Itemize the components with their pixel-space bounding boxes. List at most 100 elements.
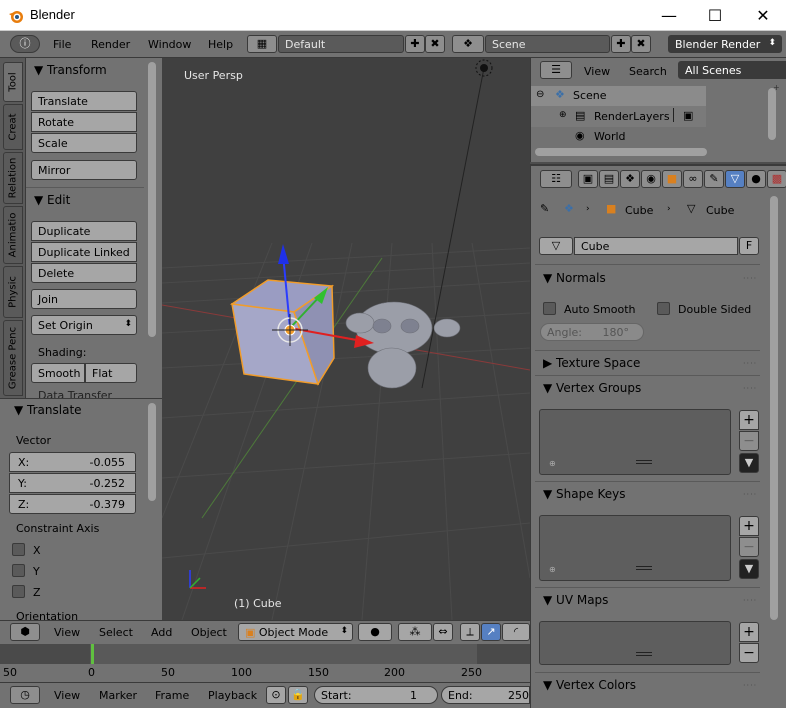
outliner-h-scrollbar[interactable]	[535, 148, 707, 156]
edit-panel-header[interactable]: ▼ Edit	[34, 193, 70, 207]
translate-panel-header[interactable]: ▼ Translate	[14, 403, 82, 417]
delete-button[interactable]: Delete	[31, 263, 137, 283]
render-layers-tab[interactable]: ▤	[599, 170, 619, 188]
drag-handle-icon[interactable]: ····	[743, 274, 757, 283]
tab-tool[interactable]: Tool	[3, 62, 23, 102]
remove-shape-key-button[interactable]: −	[739, 537, 759, 557]
outliner-row-renderlayers[interactable]: ⊕ ▤ RenderLayers ▣	[531, 106, 706, 127]
vertex-groups-list[interactable]: ⊕	[539, 409, 731, 475]
constraint-y-checkbox[interactable]	[12, 564, 25, 577]
mode-select[interactable]: ▣ Object Mode ⬍	[238, 623, 353, 641]
display-mode-select[interactable]: All Scenes	[678, 61, 786, 79]
3d-viewport[interactable]: User Persp (1) Cube	[162, 58, 530, 620]
add-vertex-group-button[interactable]: +	[739, 410, 759, 430]
render-tab[interactable]: ▣	[578, 170, 598, 188]
lock-button[interactable]: 🔒	[288, 686, 308, 704]
viewport-shading-button[interactable]: ●	[358, 623, 392, 641]
menu-playback[interactable]: Playback	[208, 689, 257, 702]
end-frame-field[interactable]: End: 250	[441, 686, 530, 704]
tab-physics[interactable]: Physic	[3, 266, 23, 318]
render-engine-select[interactable]: Blender Render ⬍	[668, 35, 782, 53]
auto-smooth-checkbox[interactable]	[543, 302, 556, 315]
menu-add[interactable]: Add	[151, 626, 172, 639]
close-button[interactable]: ✕	[740, 0, 786, 31]
vector-y-field[interactable]: Y: -0.252	[9, 473, 136, 493]
shade-smooth-button[interactable]: Smooth	[31, 363, 85, 383]
menu-object[interactable]: Object	[191, 626, 227, 639]
modifiers-tab[interactable]: ✎	[704, 170, 724, 188]
outliner-row-scene[interactable]: ⊖ ❖ Scene	[531, 86, 706, 106]
vector-x-field[interactable]: X: -0.055	[9, 452, 136, 472]
pin-icon[interactable]: ✎	[540, 202, 549, 215]
redo-panel-scrollbar[interactable]	[148, 403, 156, 501]
translate-manipulator-button[interactable]: ⟂	[460, 623, 480, 641]
editor-type-button[interactable]: ◷	[10, 686, 40, 704]
layout-selector-button[interactable]: ▦	[247, 35, 277, 53]
shape-key-specials-button[interactable]: ▼	[739, 559, 759, 579]
mesh-browse-button[interactable]: ▽	[539, 237, 573, 255]
uv-maps-list[interactable]	[539, 621, 731, 665]
duplicate-linked-button[interactable]: Duplicate Linked	[31, 242, 137, 262]
layout-name-field[interactable]: Default	[278, 35, 404, 53]
collapse-icon[interactable]: ⊖	[536, 89, 544, 100]
shade-flat-button[interactable]: Flat	[85, 363, 137, 383]
join-button[interactable]: Join	[31, 289, 137, 309]
scene-name-field[interactable]: Scene	[485, 35, 610, 53]
remove-layout-button[interactable]: ✖	[425, 35, 445, 53]
drag-handle-icon[interactable]: ····	[743, 681, 757, 690]
vertex-colors-panel-header[interactable]: ▼ Vertex Colors	[543, 678, 636, 692]
filter-plus-icon[interactable]: ⊕	[549, 459, 556, 468]
menu-select[interactable]: Select	[99, 626, 133, 639]
menu-window[interactable]: Window	[148, 38, 191, 51]
constraint-x-checkbox[interactable]	[12, 543, 25, 556]
auto-smooth-angle-field[interactable]: Angle: 180°	[540, 323, 644, 341]
object-tab[interactable]: ■	[662, 170, 682, 188]
transform-panel-header[interactable]: ▼ Transform	[34, 63, 107, 77]
resize-grip-icon[interactable]	[636, 566, 652, 570]
fake-user-button[interactable]: F	[739, 237, 759, 255]
resize-grip-icon[interactable]	[636, 652, 652, 656]
mesh-name-field[interactable]: Cube	[574, 237, 738, 255]
menu-help[interactable]: Help	[208, 38, 233, 51]
translate-button[interactable]: Translate	[31, 91, 137, 111]
outliner-scrollbar[interactable]	[768, 88, 776, 140]
vertex-group-specials-button[interactable]: ▼	[739, 453, 759, 473]
remove-vertex-group-button[interactable]: −	[739, 431, 759, 451]
menu-view[interactable]: View	[54, 626, 80, 639]
pivot-point-button[interactable]: ⁂	[398, 623, 432, 641]
shape-keys-list[interactable]: ⊕	[539, 515, 731, 581]
drag-handle-icon[interactable]: ····	[743, 384, 757, 393]
shape-keys-panel-header[interactable]: ▼ Shape Keys	[543, 487, 625, 501]
menu-view[interactable]: View	[54, 689, 80, 702]
texture-space-panel-header[interactable]: ▶ Texture Space	[543, 356, 640, 370]
scale-button[interactable]: Scale	[31, 133, 137, 153]
add-uv-map-button[interactable]: +	[739, 622, 759, 642]
menu-render[interactable]: Render	[91, 38, 130, 51]
vector-z-field[interactable]: Z: -0.379	[9, 494, 136, 514]
data-tab[interactable]: ▽	[725, 170, 745, 188]
normals-panel-header[interactable]: ▼ Normals	[543, 271, 606, 285]
scene-tab[interactable]: ❖	[620, 170, 640, 188]
drag-handle-icon[interactable]: ····	[743, 359, 757, 368]
menu-file[interactable]: File	[53, 38, 71, 51]
timeline-area[interactable]: 50 0 50 100 150 200 250	[0, 644, 530, 682]
move-manipulator-button[interactable]: ↗	[481, 623, 501, 641]
constraint-z-checkbox[interactable]	[12, 585, 25, 598]
add-shape-key-button[interactable]: +	[739, 516, 759, 536]
add-layout-button[interactable]: ✚	[405, 35, 425, 53]
menu-frame[interactable]: Frame	[155, 689, 189, 702]
remove-uv-map-button[interactable]: −	[739, 643, 759, 663]
manipulator-toggle-button[interactable]: ⇔	[433, 623, 453, 641]
editor-type-button[interactable]: ☰	[540, 61, 572, 79]
editor-type-button[interactable]: ⓘ	[10, 35, 40, 53]
vertex-groups-panel-header[interactable]: ▼ Vertex Groups	[543, 381, 641, 395]
scene-selector-button[interactable]: ❖	[452, 35, 484, 53]
rotate-manipulator-button[interactable]: ◜	[502, 623, 530, 641]
outliner-row-world[interactable]: ◉ World	[531, 127, 706, 147]
add-scene-button[interactable]: ✚	[611, 35, 631, 53]
maximize-button[interactable]: ☐	[692, 0, 738, 31]
resize-grip-icon[interactable]	[636, 460, 652, 464]
remove-scene-button[interactable]: ✖	[631, 35, 651, 53]
start-frame-field[interactable]: Start: 1	[314, 686, 438, 704]
drag-handle-icon[interactable]: ····	[743, 596, 757, 605]
